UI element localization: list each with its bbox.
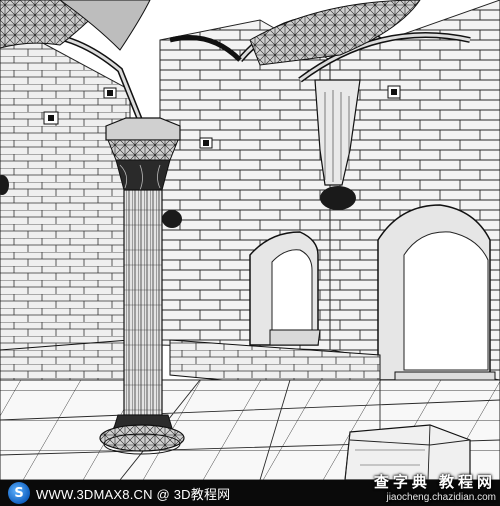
left-wall bbox=[0, 19, 131, 381]
wireframe-render bbox=[0, 0, 500, 481]
corbel-cap bbox=[320, 186, 356, 210]
stone-block bbox=[344, 424, 471, 481]
watermark: 查字典 教程网 jiaocheng.chazidian.com bbox=[334, 474, 496, 506]
3dmax8-logo-icon: S bbox=[8, 482, 30, 504]
watermark-title: 查字典 教程网 bbox=[373, 474, 496, 491]
column-shaft bbox=[123, 189, 163, 416]
window-niche-small bbox=[249, 231, 321, 346]
footer-site-text[interactable]: WWW.3DMAX8.CN @ 3D教程网 bbox=[36, 484, 230, 503]
watermark-url: jiaocheng.chazidian.com bbox=[386, 492, 496, 503]
window-niche-large bbox=[377, 204, 496, 396]
